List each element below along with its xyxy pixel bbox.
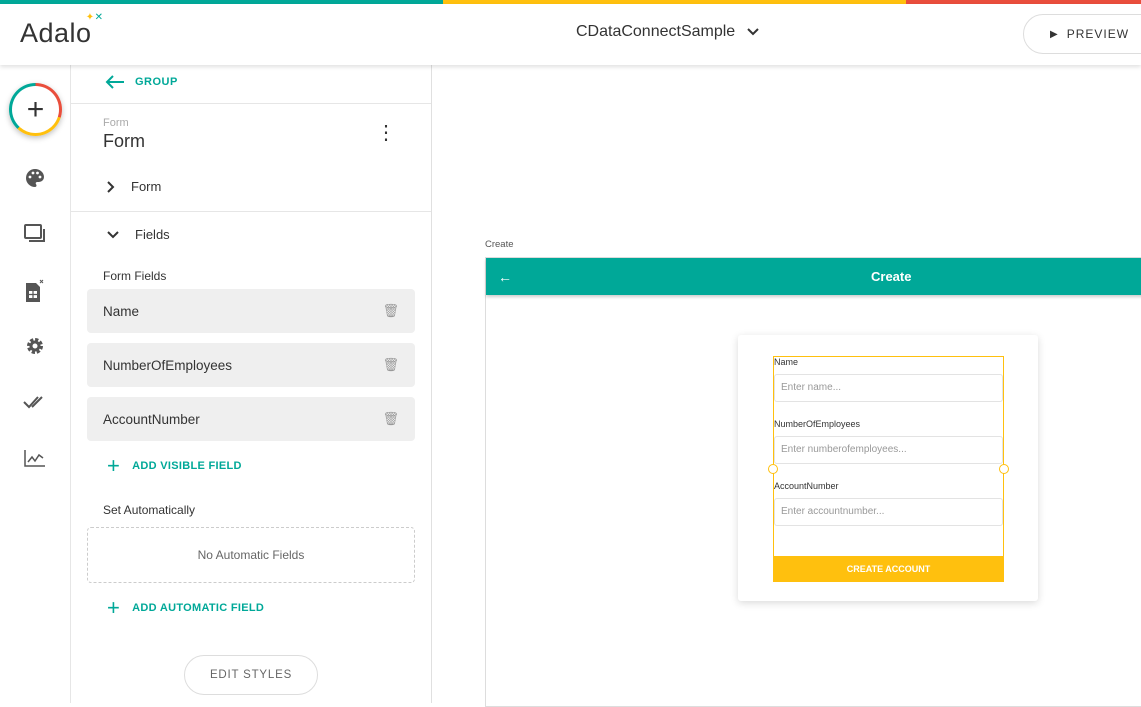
trash-icon[interactable]: 🗑 <box>382 303 399 319</box>
chevron-down-icon <box>747 28 759 36</box>
screen-label[interactable]: Create <box>485 239 514 250</box>
divider <box>71 103 431 104</box>
left-toolbar: + <box>0 65 71 703</box>
component-type: Form <box>103 117 129 129</box>
chevron-right-icon <box>107 180 115 193</box>
add-component-button[interactable]: + <box>9 83 62 136</box>
no-automatic-fields: No Automatic Fields <box>87 527 415 583</box>
form-fields-label: Form Fields <box>103 269 167 283</box>
palette-icon[interactable] <box>22 165 48 191</box>
preview-button[interactable]: ▶ PREVIEW <box>1023 14 1141 54</box>
canvas[interactable]: Create ← Create Name Enter name... Numbe… <box>432 65 1141 707</box>
section-fields-toggle[interactable]: Fields <box>107 227 170 242</box>
account-number-input[interactable]: Enter accountnumber... <box>774 498 1003 526</box>
form-field-item[interactable]: NumberOfEmployees 🗑 <box>87 343 415 387</box>
form-field-item[interactable]: AccountNumber 🗑 <box>87 397 415 441</box>
sparkle-icon: ✦✕ <box>85 12 104 23</box>
app-bar[interactable]: ← Create <box>486 258 1141 295</box>
top-bar: Adalo ✦✕ CDataConnectSample ▶ PREVIEW <box>0 4 1141 65</box>
database-icon[interactable] <box>22 278 48 304</box>
resize-handle-right[interactable] <box>999 464 1009 474</box>
name-input[interactable]: Enter name... <box>774 374 1003 402</box>
create-account-button[interactable]: CREATE ACCOUNT <box>773 556 1004 582</box>
app-switcher[interactable]: CDataConnectSample <box>576 23 759 41</box>
chevron-down-icon <box>107 230 119 238</box>
screen-create[interactable]: ← Create Name Enter name... NumberOfEmpl… <box>485 257 1141 707</box>
divider <box>71 211 431 212</box>
field-label: NumberOfEmployees <box>774 419 861 429</box>
edit-styles-button[interactable]: EDIT STYLES <box>184 655 318 695</box>
add-visible-field-button[interactable]: + ADD VISIBLE FIELD <box>107 455 242 477</box>
field-label: AccountNumber <box>774 481 839 491</box>
form-field-item[interactable]: Name 🗑 <box>87 289 415 333</box>
screens-icon[interactable] <box>22 221 48 247</box>
plus-icon: + <box>107 453 121 478</box>
properties-panel: GROUP Form Form ⋮ Form Fields Form Field… <box>71 65 432 703</box>
back-arrow-icon[interactable]: ← <box>498 269 512 285</box>
section-form-toggle[interactable]: Form <box>107 179 161 194</box>
field-label: Name <box>774 357 799 367</box>
more-options-icon[interactable]: ⋮ <box>376 123 396 143</box>
app-bar-title: Create <box>871 269 912 284</box>
trash-icon[interactable]: 🗑 <box>382 357 399 373</box>
back-to-group-button[interactable]: GROUP <box>105 75 178 89</box>
settings-icon[interactable] <box>22 333 48 359</box>
analytics-icon[interactable] <box>22 445 48 471</box>
form-card[interactable]: Name Enter name... NumberOfEmployees Ent… <box>738 335 1038 601</box>
play-icon: ▶ <box>1050 28 1059 40</box>
adalo-logo[interactable]: Adalo ✦✕ <box>20 12 103 49</box>
trash-icon[interactable]: 🗑 <box>382 411 399 427</box>
publish-icon[interactable] <box>22 389 48 415</box>
form-component[interactable]: Name Enter name... NumberOfEmployees Ent… <box>768 356 1009 582</box>
set-automatically-label: Set Automatically <box>103 503 196 517</box>
resize-handle-left[interactable] <box>768 464 778 474</box>
add-automatic-field-button[interactable]: + ADD AUTOMATIC FIELD <box>107 597 264 619</box>
arrow-left-icon <box>105 75 124 89</box>
number-of-employees-input[interactable]: Enter numberofemployees... <box>774 436 1003 464</box>
component-name[interactable]: Form <box>103 131 145 152</box>
plus-icon: + <box>12 86 59 133</box>
plus-icon: + <box>107 595 121 620</box>
